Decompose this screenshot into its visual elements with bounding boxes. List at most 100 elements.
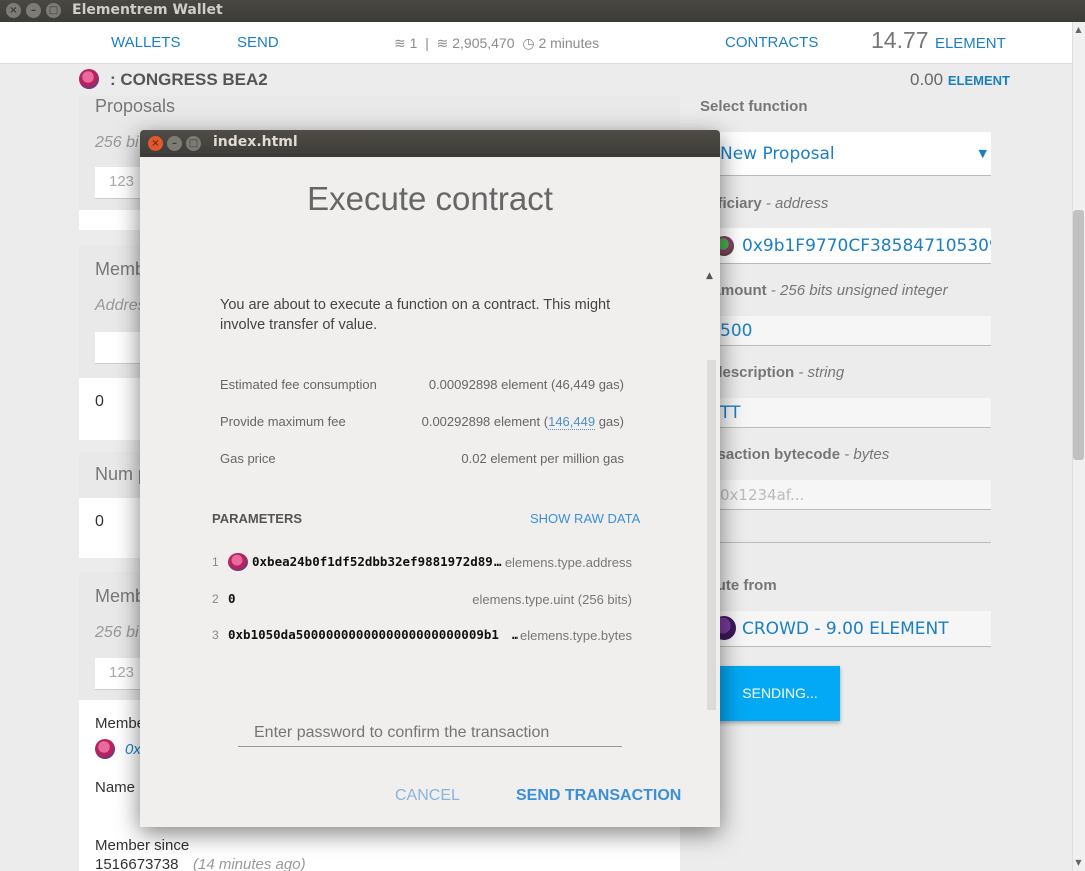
name-label: Name — [95, 779, 136, 796]
block-number: 2,905,470 — [452, 35, 515, 51]
param-identicon — [228, 553, 248, 571]
param-type: elemens.type.uint (256 bits) — [470, 592, 632, 607]
dialog-minimize-icon[interactable]: – — [167, 136, 182, 151]
bytecode-label-text: ansaction bytecode — [700, 446, 841, 463]
window-titlebar: × – □ Elementrem Wallet — [0, 0, 1085, 22]
members2-title: Memb — [95, 586, 146, 606]
member-label: Membe — [95, 715, 146, 732]
dialog-scroll-up-icon[interactable]: ▲ — [706, 271, 713, 281]
contract-balance-unit: ELEMENT — [947, 73, 1010, 88]
nav-contracts[interactable]: CONTRACTS — [725, 34, 818, 51]
function-select[interactable]: New Proposal ▼ — [700, 132, 991, 176]
dialog-titlebar: × – □ index.html — [140, 130, 720, 157]
max-fee-suffix: gas) — [595, 414, 624, 429]
contract-identicon — [79, 69, 99, 89]
max-gas-link[interactable]: 146,449 — [548, 414, 596, 430]
amount-label: y amount - 256 bits unsigned integer — [700, 282, 948, 299]
amount-type: - 256 bits unsigned integer — [770, 282, 948, 299]
description-input[interactable]: TT — [700, 398, 991, 428]
nav-send[interactable]: SEND — [237, 34, 279, 51]
members2-hint: 256 bi — [95, 624, 139, 641]
bytecode-input[interactable]: 0x1234af... — [700, 480, 991, 510]
separator: | — [421, 35, 433, 51]
clock-icon: ◷ — [518, 35, 535, 51]
fee-estimate-label: Estimated fee consumption — [220, 377, 377, 392]
send-transaction-button[interactable]: SEND TRANSACTION — [516, 787, 681, 805]
dialog-heading: Execute contract — [307, 180, 553, 217]
scroll-down-icon[interactable]: ▼ — [1073, 858, 1084, 867]
execute-from-value: CROWD - 9.00 ELEMENT — [742, 619, 949, 639]
member-since-value: 1516673738 — [95, 856, 179, 871]
param-value: 0xb1050da5000000000000000000000009b1 — [228, 627, 499, 642]
members-title: Memb — [95, 259, 146, 279]
proposals-title: Proposals — [95, 96, 176, 116]
proposals-hint: 256 bi — [95, 134, 139, 151]
param-index: 2 — [212, 592, 219, 606]
password-input[interactable] — [238, 720, 622, 747]
member-identicon — [95, 739, 115, 759]
param-row: 1 0xbea24b0f1df52dbb32ef9881972d89 … ele… — [212, 553, 632, 573]
param-row: 3 0xb1050da5000000000000000000000009b1 …… — [212, 626, 632, 646]
balance-amount: 14.77 — [871, 27, 929, 53]
dialog-window-title: index.html — [213, 134, 298, 150]
scroll-up-icon[interactable]: ▲ — [1073, 25, 1084, 34]
max-fee-label: Provide maximum fee — [220, 414, 346, 429]
param-value: 0xbea24b0f1df52dbb32ef9881972d89 — [252, 554, 493, 569]
param-value: 0 — [228, 591, 236, 606]
bytecode-type: - bytes — [844, 446, 890, 463]
sending-button[interactable]: SENDING... — [700, 666, 840, 721]
minimize-icon[interactable]: – — [26, 3, 41, 18]
balance-unit: ELEMENT — [934, 35, 1006, 52]
show-raw-data-link[interactable]: SHOW RAW DATA — [530, 511, 640, 526]
beneficiary-value: 0x9b1F9770CF385847105309ACF — [742, 236, 991, 256]
gas-price-label: Gas price — [220, 451, 276, 466]
block-time: 2 minutes — [538, 35, 600, 51]
param-index: 1 — [212, 555, 219, 569]
contract-balance: 0.00 ELEMENT — [910, 70, 1010, 90]
function-select-value: New Proposal — [720, 144, 835, 164]
chevron-down-icon: ▼ — [978, 147, 987, 160]
page-scrollbar-thumb[interactable] — [1073, 210, 1084, 460]
cancel-button[interactable]: CANCEL — [395, 787, 460, 805]
num-proposals-value: 0 — [95, 513, 104, 530]
contract-balance-amount: 0.00 — [910, 70, 944, 89]
dialog-intro: You are about to execute a function on a… — [220, 297, 611, 333]
divider — [700, 542, 991, 543]
peer-count: 1 — [409, 35, 418, 51]
dialog-close-icon[interactable]: × — [148, 136, 163, 151]
description-label: o description - string — [700, 364, 844, 381]
maximize-icon[interactable]: □ — [46, 3, 61, 18]
member-since-ago: (14 minutes ago) — [193, 856, 306, 871]
member-since-label: Member since — [95, 837, 190, 854]
select-function-label: Select function — [700, 98, 808, 115]
bytecode-label: ansaction bytecode - bytes — [700, 446, 889, 463]
param-type: elemens.type.bytes — [517, 628, 632, 643]
execute-from-select[interactable]: CROWD - 9.00 ELEMENT — [700, 611, 991, 647]
members-value: 0 — [95, 393, 104, 410]
member-address[interactable]: 0x — [125, 741, 141, 758]
param-ellipsis: … — [494, 554, 502, 569]
beneficiary-type: - address — [765, 195, 829, 212]
top-nav: WALLETS SEND ≋ 1 | ≋ 2,905,470 ◷ 2 minut… — [0, 22, 1072, 64]
max-fee-value: 0.00292898 element (146,449 gas) — [421, 414, 624, 430]
beneficiary-input[interactable]: 0x9b1F9770CF385847105309ACF — [700, 228, 991, 264]
network-stats: ≋ 1 | ≋ 2,905,470 ◷ 2 minutes — [394, 35, 599, 52]
fee-estimate-value: 0.00092898 element (46,449 gas) — [428, 377, 624, 392]
window-title: Elementrem Wallet — [72, 2, 223, 18]
blocks-icon: ≋ — [436, 35, 449, 51]
max-fee-prefix: 0.00292898 element ( — [421, 414, 549, 429]
dialog-maximize-icon[interactable]: □ — [186, 136, 201, 151]
description-type: - string — [798, 364, 845, 381]
parameters-title: PARAMETERS — [212, 511, 303, 526]
param-index: 3 — [212, 628, 219, 642]
dialog-scrollbar[interactable] — [707, 360, 716, 710]
param-row: 2 0 elemens.type.uint (256 bits) — [212, 590, 632, 610]
execute-contract-dialog: × – □ index.html Execute contract ▲ You … — [140, 130, 720, 827]
close-icon[interactable]: × — [6, 3, 21, 18]
gas-price-value: 0.02 element per million gas — [461, 451, 624, 466]
param-type: elemens.type.address — [502, 555, 632, 570]
total-balance: 14.77 ELEMENT — [871, 27, 1006, 54]
peers-icon: ≋ — [394, 35, 406, 51]
nav-wallets[interactable]: WALLETS — [111, 34, 180, 51]
amount-input[interactable]: 500 — [700, 316, 991, 346]
